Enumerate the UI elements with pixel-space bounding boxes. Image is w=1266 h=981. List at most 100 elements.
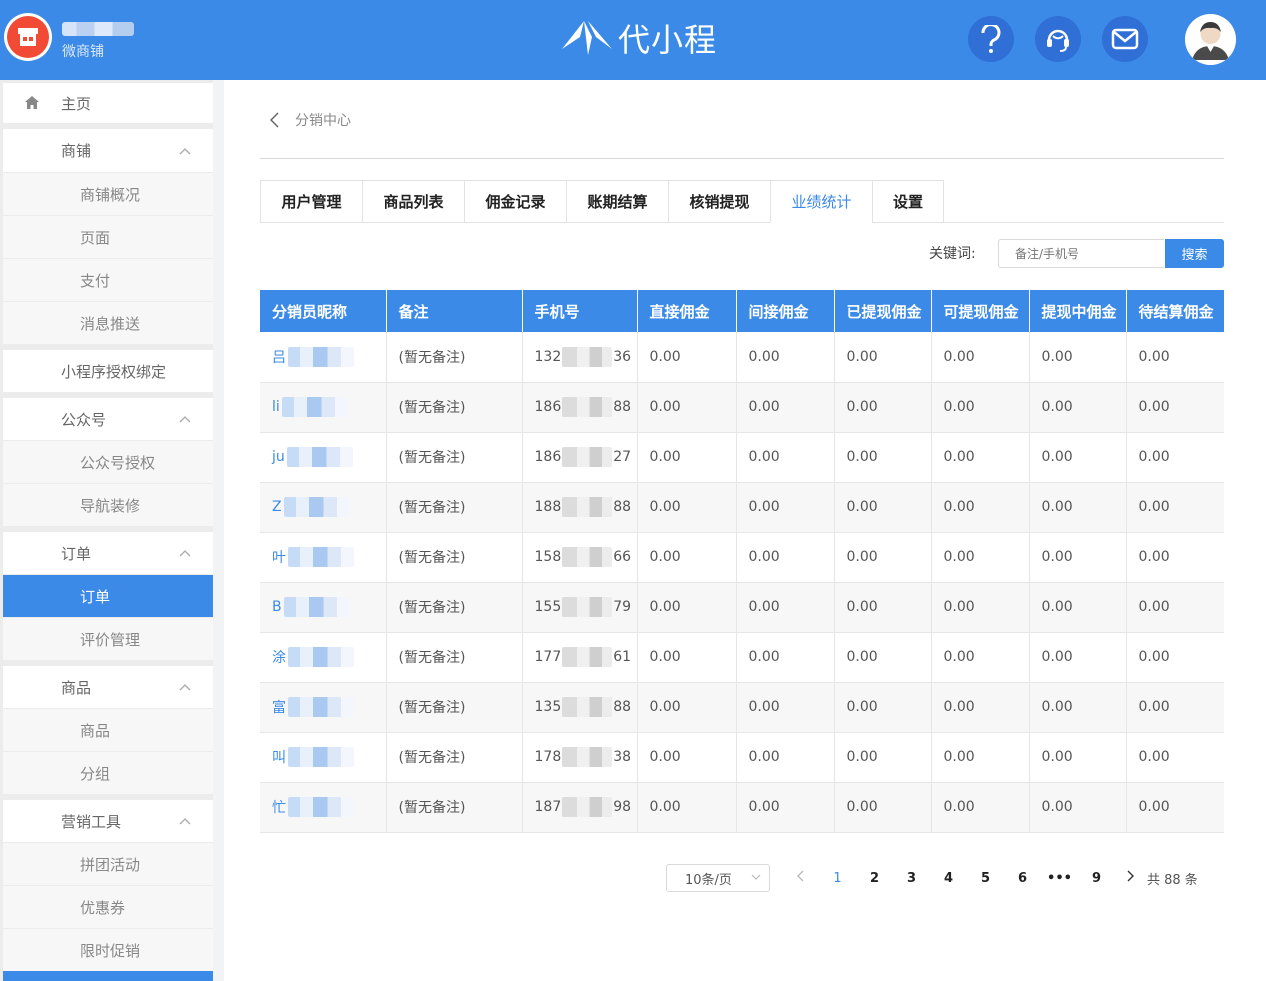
distributor-name-cell[interactable]: 富 — [260, 682, 387, 733]
chevron-up-icon — [179, 416, 191, 423]
tab-user-management[interactable]: 用户管理 — [260, 180, 362, 223]
page-number[interactable]: 3 — [893, 871, 930, 886]
commission-withdrawable-cell: 0.00 — [931, 782, 1030, 833]
sidebar-item-label: 限时促销 — [80, 941, 141, 960]
sidebar-item-label: 优惠券 — [80, 898, 126, 917]
sidebar-item-push[interactable]: 消息推送 — [3, 302, 213, 344]
logo-mark-icon — [562, 21, 612, 55]
sidebar-item-label: 商铺概况 — [80, 185, 141, 204]
sidebar-item-groups[interactable]: 分组 — [3, 752, 213, 794]
phone-masked — [562, 447, 613, 467]
commission-indirect-cell: 0.00 — [736, 532, 835, 583]
column-header: 直接佣金 — [637, 290, 737, 332]
sidebar-item-reviews[interactable]: 评价管理 — [3, 618, 213, 660]
help-button[interactable] — [968, 16, 1014, 62]
tab-withdraw[interactable]: 核销提现 — [668, 180, 770, 223]
phone-prefix: 132 — [534, 348, 562, 365]
tab-performance[interactable]: 业绩统计 — [770, 180, 872, 223]
distributor-name-cell[interactable]: Z — [260, 482, 387, 533]
distributor-name-cell[interactable]: li — [260, 382, 387, 433]
page-number[interactable]: 6 — [1004, 871, 1041, 886]
distributor-name-cell[interactable]: ju — [260, 432, 387, 483]
commission-withdrawable-cell: 0.00 — [931, 532, 1030, 583]
sidebar-item-orders[interactable]: 订单 — [3, 575, 213, 617]
sidebar-item-flash-sale[interactable]: 限时促销 — [3, 929, 213, 971]
name-masked — [288, 747, 354, 767]
next-page-button[interactable] — [1115, 870, 1145, 886]
sidebar-item-group-buy[interactable]: 拼团活动 — [3, 843, 213, 885]
sidebar-item-coupons[interactable]: 优惠券 — [3, 886, 213, 928]
prev-page-button[interactable] — [782, 870, 819, 886]
sidebar-item-label: 页面 — [80, 228, 111, 247]
distributor-name-cell[interactable]: 叶 — [260, 532, 387, 583]
commission-direct-cell: 0.00 — [637, 732, 737, 783]
phone-prefix: 186 — [534, 449, 562, 465]
tab-bar: 用户管理 商品列表 佣金记录 账期结算 核销提现 业绩统计 设置 — [260, 180, 944, 223]
commission-indirect-cell: 0.00 — [736, 482, 835, 533]
sidebar-item-home[interactable]: 主页 — [3, 83, 213, 123]
sidebar-group-official-account[interactable]: 公众号 — [3, 398, 213, 440]
user-avatar[interactable] — [1185, 14, 1236, 65]
distributor-name-cell[interactable]: 吕 — [260, 332, 387, 383]
distributor-name-cell[interactable]: B — [260, 582, 387, 633]
back-chevron-icon[interactable] — [270, 112, 279, 128]
commission-withdrawable-cell: 0.00 — [931, 732, 1030, 783]
tab-settlement[interactable]: 账期结算 — [566, 180, 668, 223]
name-masked — [281, 397, 348, 417]
sidebar-group-orders[interactable]: 订单 — [3, 532, 213, 574]
keyword-input[interactable] — [998, 239, 1164, 268]
sidebar-item-nav-decor[interactable]: 导航装修 — [3, 484, 213, 526]
page-size-select[interactable]: 10条/页 — [666, 864, 770, 892]
sidebar-group-products[interactable]: 商品 — [3, 666, 213, 708]
page-ellipsis[interactable]: ••• — [1041, 871, 1078, 886]
page-number[interactable]: 4 — [930, 871, 967, 886]
name-masked — [283, 497, 350, 517]
page-number[interactable]: 9 — [1078, 871, 1115, 886]
sidebar-item-pages[interactable]: 页面 — [3, 216, 213, 258]
phone-prefix: 178 — [534, 749, 562, 765]
sidebar-group-shop[interactable]: 商铺 — [3, 129, 213, 172]
breadcrumb-label[interactable]: 分销中心 — [295, 110, 351, 130]
page-number[interactable]: 1 — [819, 871, 856, 886]
sidebar-item-miniprogram-auth[interactable]: 小程序授权绑定 — [3, 350, 213, 392]
tab-product-list[interactable]: 商品列表 — [362, 180, 464, 223]
phone-suffix: 38 — [613, 749, 632, 765]
commission-direct-cell: 0.00 — [637, 382, 737, 433]
table-row: Z (暂无备注) 188 88 0.00 0.00 0.00 0.00 0.00 0.00 — [260, 482, 1224, 533]
sidebar-item-label: 商品 — [80, 721, 111, 740]
sidebar: 主页 商铺 商铺概况 页面 支付 消息推送 小程序授权绑定 公众号 公众号授权 … — [0, 80, 213, 981]
commission-withdrawn-cell: 0.00 — [834, 332, 932, 383]
column-header: 提现中佣金 — [1029, 290, 1127, 332]
sidebar-group-marketing[interactable]: 营销工具 — [3, 800, 213, 842]
sidebar-item-official-auth[interactable]: 公众号授权 — [3, 441, 213, 483]
customer-service-button[interactable] — [1035, 16, 1081, 62]
message-button[interactable] — [1102, 16, 1148, 62]
sidebar-item-label: 评价管理 — [80, 630, 141, 649]
tab-commission-records[interactable]: 佣金记录 — [464, 180, 566, 223]
search-button[interactable]: 搜索 — [1165, 239, 1224, 268]
distributor-name-cell[interactable]: 涂 — [260, 632, 387, 683]
sidebar-item-shop-overview[interactable]: 商铺概况 — [3, 173, 213, 215]
sidebar-item-payment[interactable]: 支付 — [3, 259, 213, 301]
distributor-name-cell[interactable]: 叫 — [260, 732, 387, 783]
page-number[interactable]: 2 — [856, 871, 893, 886]
page-number[interactable]: 5 — [967, 871, 1004, 886]
tab-settings[interactable]: 设置 — [872, 180, 944, 223]
name-initial: 吕 — [272, 349, 286, 366]
remark-cell: (暂无备注) — [386, 732, 523, 783]
name-initial: 叫 — [272, 750, 286, 766]
distributor-name-cell[interactable]: 忙 — [260, 782, 387, 833]
sidebar-item-label: 小程序授权绑定 — [61, 362, 167, 381]
name-masked — [288, 547, 354, 567]
commission-direct-cell: 0.00 — [637, 332, 737, 383]
phone-prefix: 177 — [534, 649, 562, 665]
commission-direct-cell: 0.00 — [637, 532, 737, 583]
commission-withdrawn-cell: 0.00 — [834, 532, 932, 583]
shop-avatar[interactable] — [4, 13, 52, 61]
sidebar-item-products[interactable]: 商品 — [3, 709, 213, 751]
table-row: 忙 (暂无备注) 187 98 0.00 0.00 0.00 0.00 0.00 0.00 — [260, 782, 1224, 833]
keyword-label: 关键词: — [929, 246, 976, 262]
commission-pending-cell: 0.00 — [1126, 382, 1224, 433]
commission-indirect-cell: 0.00 — [736, 582, 835, 633]
commission-withdrawn-cell: 0.00 — [834, 682, 932, 733]
